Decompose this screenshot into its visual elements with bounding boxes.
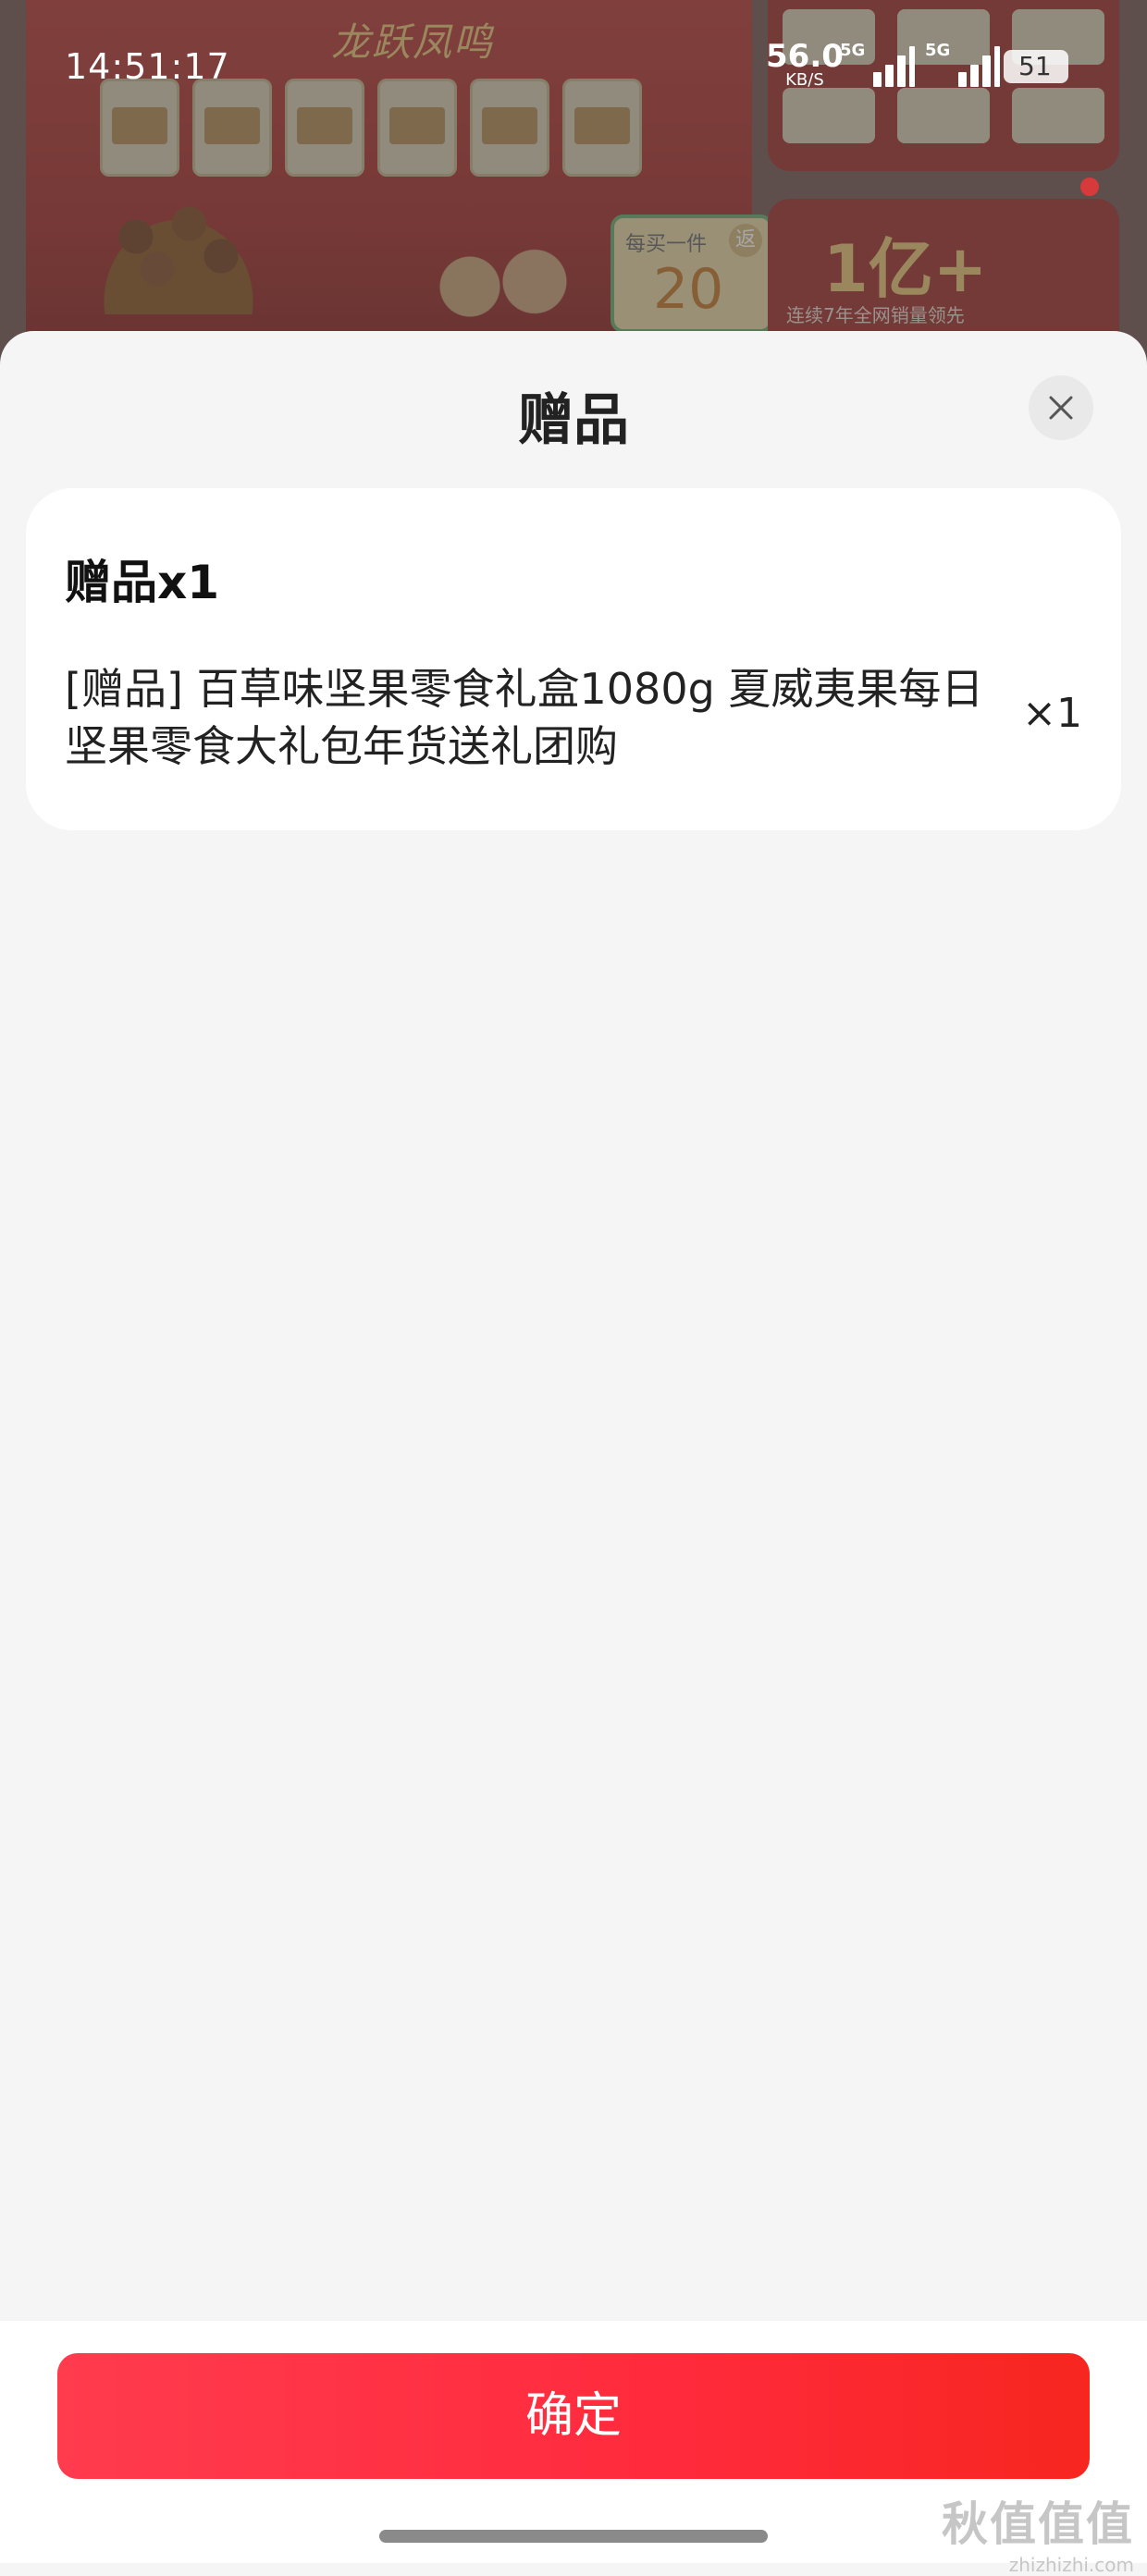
gift-card: 赠品x1 [赠品] 百草味坚果零食礼盒1080g 夏威夷果每日坚果零食大礼包年货… <box>26 488 1121 830</box>
signal-bars-icon <box>857 46 915 87</box>
close-button[interactable] <box>1029 375 1093 440</box>
sheet-footer: 确定 秋值值值 zhizhizhi.com <box>0 2321 1147 2576</box>
gift-heading: 赠品x1 <box>65 556 220 609</box>
confirm-button[interactable]: 确定 <box>57 2353 1090 2479</box>
gift-item-quantity: ×1 <box>1022 690 1082 737</box>
carousel-indicator-dot <box>1080 178 1099 196</box>
network-speed-value: 56.0 <box>766 38 844 75</box>
watermark-url: zhizhizhi.com <box>1008 2554 1134 2576</box>
gift-item-name: [赠品] 百草味坚果零食礼盒1080g 夏威夷果每日坚果零食大礼包年货送礼团购 <box>65 664 984 771</box>
sheet-title: 赠品 <box>518 388 629 453</box>
home-indicator[interactable] <box>379 2530 768 2543</box>
gift-bottom-sheet: 赠品 赠品x1 [赠品] 百草味坚果零食礼盒1080g 夏威夷果每日坚果零食大礼… <box>0 331 1147 2563</box>
watermark-logo: 秋值值值 <box>942 2497 1134 2551</box>
battery-icon: 51 <box>1004 50 1068 83</box>
signal-bars-icon <box>942 46 1000 87</box>
close-icon <box>1049 396 1073 420</box>
status-time: 14:51:17 <box>65 46 230 87</box>
battery-level: 51 <box>1018 51 1052 81</box>
status-bar: 14:51:17 56.0 KB/S 5G 5G 51 <box>0 0 1147 139</box>
network-speed: 56.0 KB/S <box>766 41 844 89</box>
